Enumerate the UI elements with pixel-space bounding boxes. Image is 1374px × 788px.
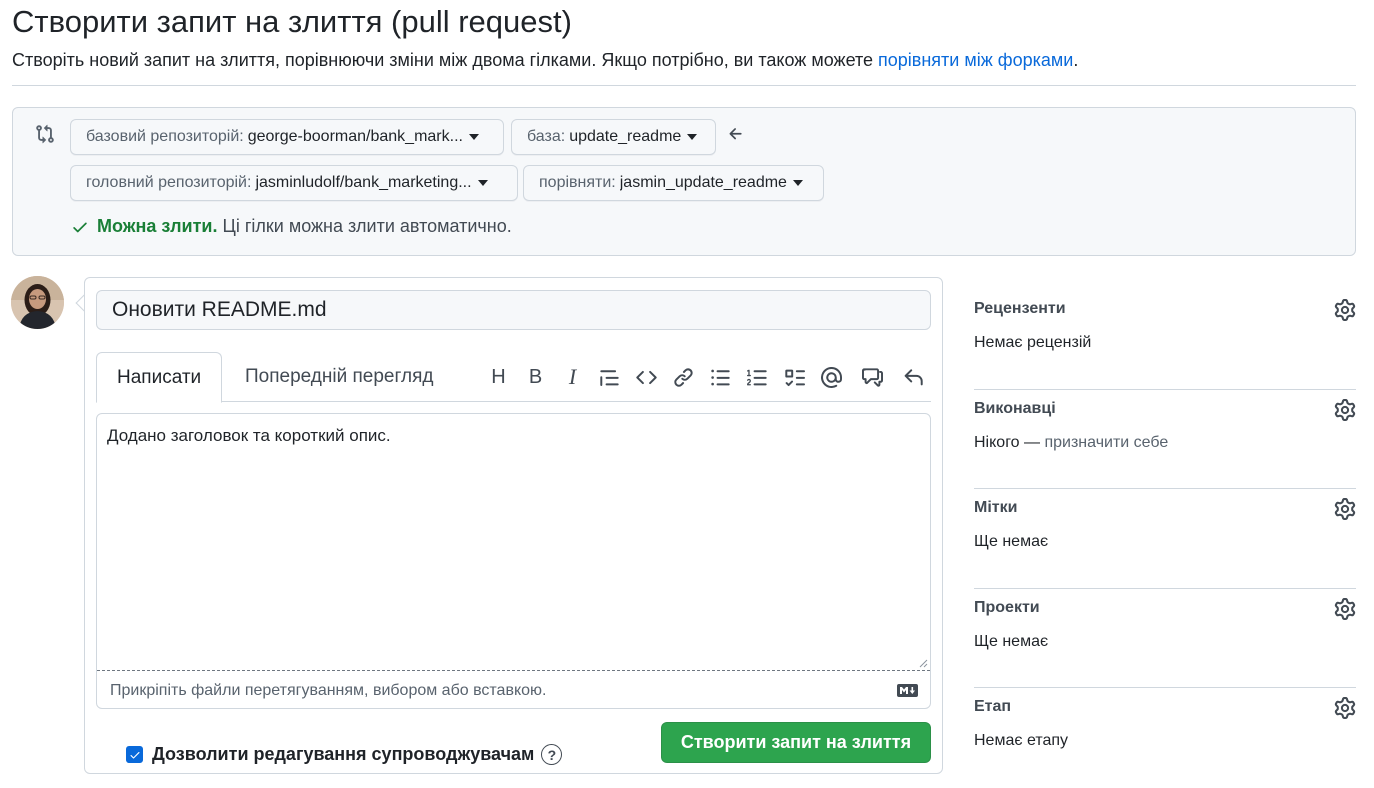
chevron-down-icon xyxy=(687,134,698,140)
user-avatar-image xyxy=(11,276,64,329)
base-branch-label: база: xyxy=(527,128,566,145)
chevron-down-icon xyxy=(468,134,479,140)
ordered-list-icon[interactable] xyxy=(739,364,776,390)
subtitle-end: . xyxy=(1073,50,1079,70)
allow-edits-label[interactable]: Дозволити редагування супроводжувачам xyxy=(152,744,534,765)
chevron-down-icon xyxy=(792,180,803,186)
sidebar-value: Немає рецензій xyxy=(974,334,1092,351)
subtitle-text: Створіть новий запит на злиття, порівнюю… xyxy=(12,50,879,70)
base-branch-value: update_readme xyxy=(569,128,682,145)
sidebar-section-reviewers: Рецензенти Немає рецензій xyxy=(974,290,1356,390)
mention-icon[interactable] xyxy=(813,364,850,390)
sidebar-value: Ще немає xyxy=(974,533,1049,550)
sidebar-heading[interactable]: Виконавці xyxy=(974,400,1056,418)
base-branch-select[interactable]: база: update_readme xyxy=(511,119,716,155)
description-editor[interactable]: Додано заголовок та короткий опис. Прикр… xyxy=(96,413,931,709)
head-repository-label: головний репозиторій: xyxy=(86,174,252,191)
italic-icon[interactable]: I xyxy=(554,364,591,390)
sidebar-section-projects: Проекти Ще немає xyxy=(974,589,1356,688)
compare-across-forks-link[interactable]: порівняти між форками xyxy=(878,50,1073,70)
resize-handle-icon[interactable] xyxy=(918,658,928,668)
git-compare-icon xyxy=(36,124,54,144)
description-text: Додано заголовок та короткий опис. xyxy=(107,426,391,445)
markdown-toolbar: H B I xyxy=(480,364,932,390)
sidebar-value: Немає етапу xyxy=(974,732,1069,749)
page-subtitle: Створіть новий запит на злиття, порівнюю… xyxy=(12,50,1078,71)
pull-request-form: Оновити README.md Написати Попередній пе… xyxy=(84,277,943,774)
sidebar-heading[interactable]: Мітки xyxy=(974,499,1017,517)
avatar xyxy=(11,276,64,329)
gear-icon[interactable] xyxy=(1334,697,1356,719)
sidebar: Рецензенти Немає рецензій Виконавці Ніко… xyxy=(974,290,1356,788)
bold-icon[interactable]: B xyxy=(517,364,554,390)
chevron-down-icon xyxy=(477,180,488,186)
base-repository-select[interactable]: базовий репозиторій: george-boorman/bank… xyxy=(70,119,504,155)
base-repository-value: george-boorman/bank_mark... xyxy=(247,128,463,145)
sidebar-value: Нікого — призначити себе xyxy=(974,434,1168,452)
heading-icon[interactable]: H xyxy=(480,364,517,390)
sidebar-value: Ще немає xyxy=(974,632,1049,650)
head-repository-value: jasminludolf/bank_marketing... xyxy=(255,174,472,191)
gear-icon[interactable] xyxy=(1334,398,1356,421)
markdown-icon xyxy=(897,684,918,697)
sidebar-section-assignees: Виконавці Нікого — призначити себе xyxy=(974,390,1356,489)
divider xyxy=(12,85,1356,86)
check-icon xyxy=(130,751,139,759)
head-repository-select[interactable]: головний репозиторій: jasminludolf/bank_… xyxy=(70,165,518,201)
allow-edits-row: Дозволити редагування супроводжувачам ? xyxy=(126,744,563,765)
assignees-value: Нікого — xyxy=(974,433,1045,451)
gear-icon[interactable] xyxy=(1334,299,1356,321)
tab-write[interactable]: Написати xyxy=(96,352,223,403)
attach-files-hint[interactable]: Прикріпіть файли перетягуванням, вибором… xyxy=(110,682,546,700)
gear-icon[interactable] xyxy=(1334,498,1356,520)
sidebar-section-labels: Мітки Ще немає xyxy=(974,489,1356,589)
compare-branch-value: jasmin_update_readme xyxy=(619,174,787,191)
compare-panel: базовий репозиторій: george-boorman/bank… xyxy=(12,107,1356,256)
task-list-icon[interactable] xyxy=(776,364,813,390)
merge-status: Можна злити. Ці гілки можна злити автома… xyxy=(71,216,512,237)
link-icon[interactable] xyxy=(665,364,702,390)
mergeable-description: Ці гілки можна злити автоматично. xyxy=(222,216,512,236)
mergeable-label: Можна злити. xyxy=(97,216,218,236)
code-icon[interactable] xyxy=(628,364,665,390)
editor-divider xyxy=(97,670,930,671)
cross-reference-icon[interactable] xyxy=(850,364,895,390)
compare-branch-select[interactable]: порівняти: jasmin_update_readme xyxy=(523,165,824,201)
compare-branch-label: порівняти: xyxy=(539,174,616,191)
allow-edits-checkbox[interactable] xyxy=(126,746,143,763)
sidebar-heading[interactable]: Етап xyxy=(974,698,1011,716)
arrow-left-icon xyxy=(729,128,742,140)
sidebar-section-milestone: Етап Немає етапу xyxy=(974,688,1356,788)
unordered-list-icon[interactable] xyxy=(702,364,739,390)
create-pull-request-button[interactable]: Створити запит на злиття xyxy=(661,722,931,763)
sidebar-heading[interactable]: Проекти xyxy=(974,599,1040,617)
tab-preview[interactable]: Попередній перегляд xyxy=(225,352,453,402)
quote-icon[interactable] xyxy=(591,364,628,390)
sidebar-heading[interactable]: Рецензенти xyxy=(974,300,1066,318)
question-icon[interactable]: ? xyxy=(541,744,563,765)
gear-icon[interactable] xyxy=(1334,597,1356,620)
assign-yourself-link[interactable]: призначити себе xyxy=(1044,434,1168,451)
check-icon xyxy=(73,222,87,232)
title-input[interactable]: Оновити README.md xyxy=(96,290,931,330)
base-repository-label: базовий репозиторій: xyxy=(86,128,244,145)
page-title: Створити запит на злиття (pull request) xyxy=(12,4,572,39)
reply-icon[interactable] xyxy=(895,364,932,390)
